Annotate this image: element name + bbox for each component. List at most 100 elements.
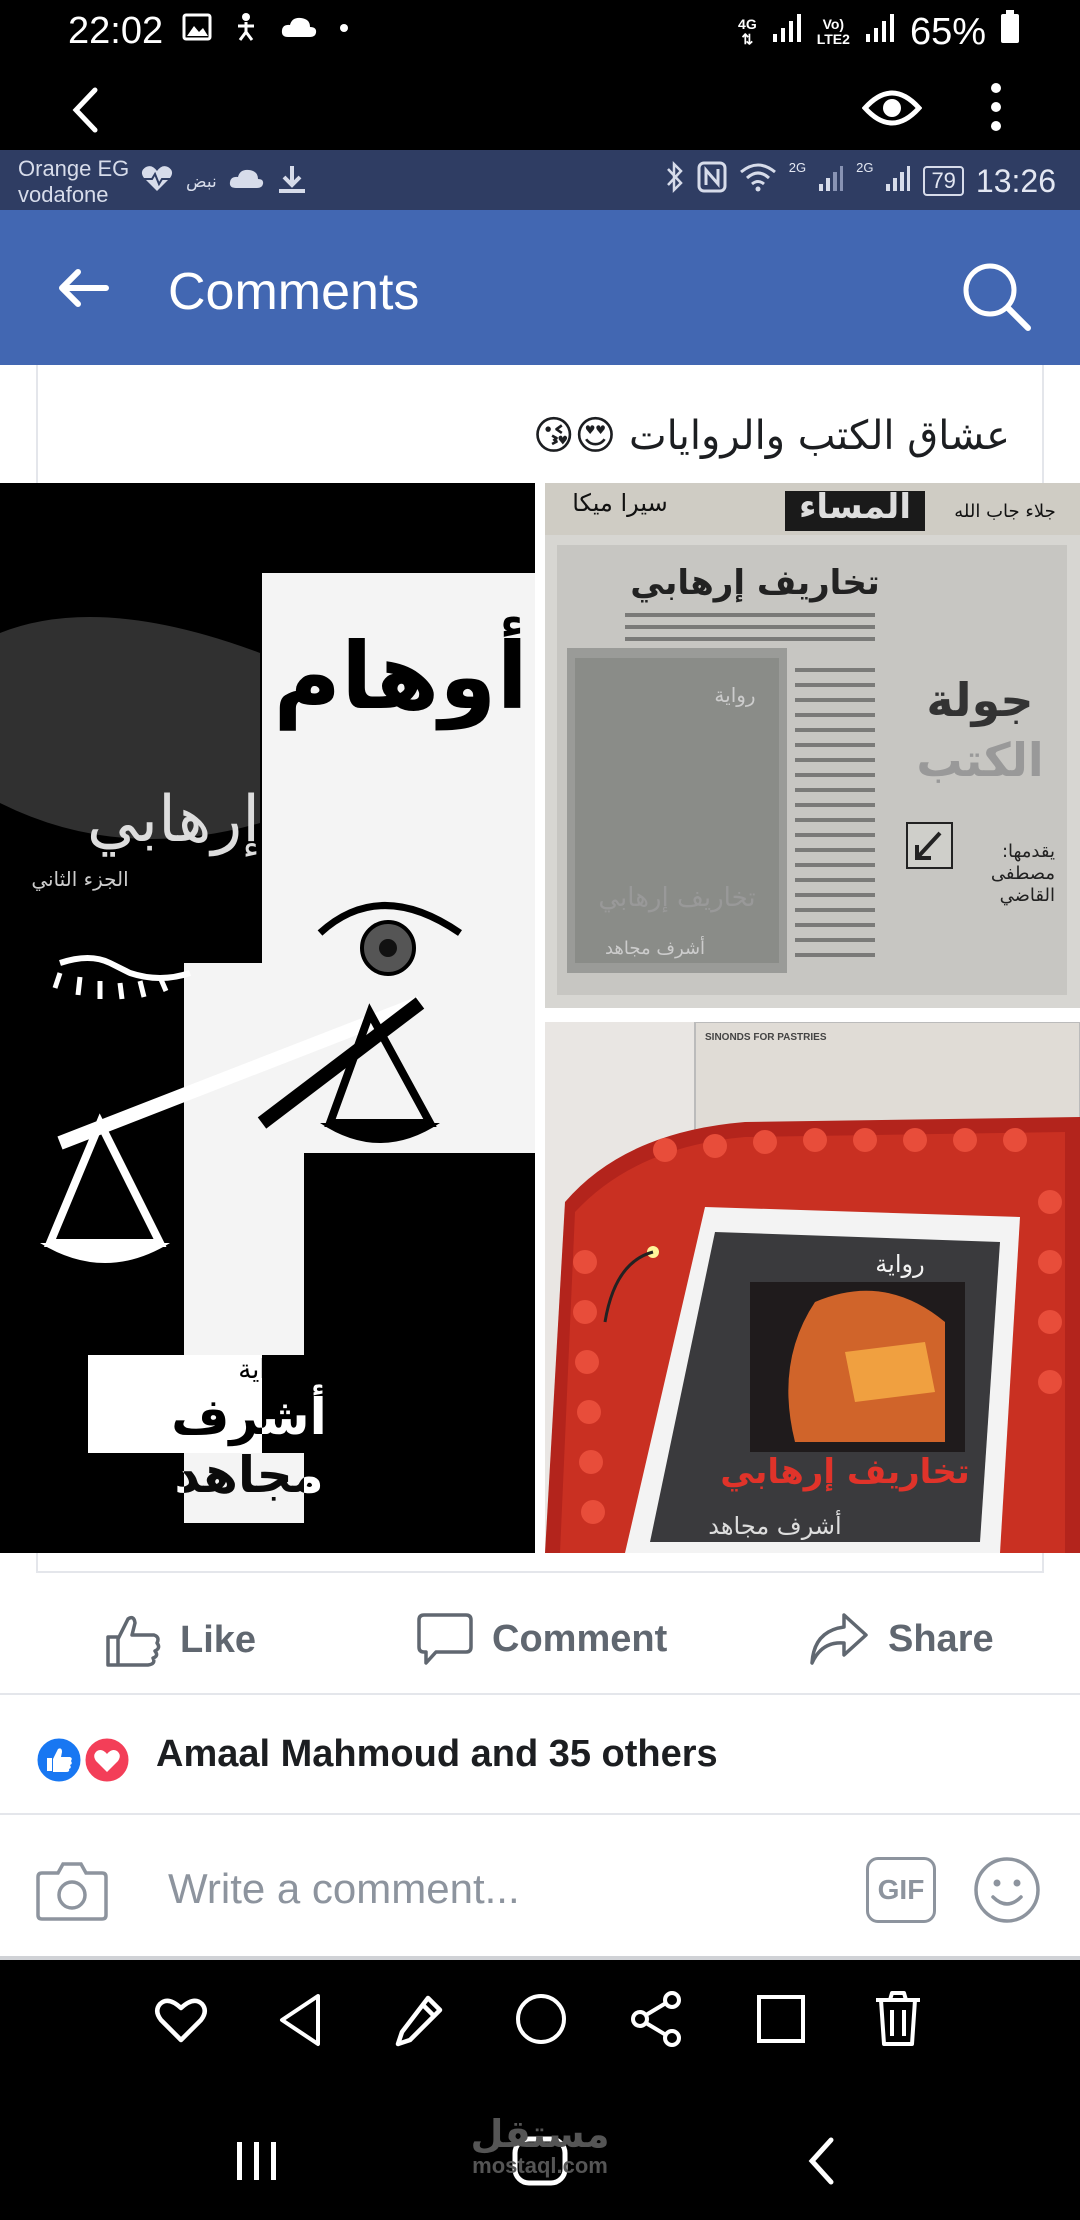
dot-icon xyxy=(338,21,350,39)
cover-title-irhabi: إرهابي xyxy=(86,783,260,857)
reactions-text: Amaal Mahmoud and 35 others xyxy=(156,1733,718,1775)
reactions-summary[interactable]: Amaal Mahmoud and 35 others xyxy=(0,1697,1080,1815)
cake-book-author: أشرف مجاهد xyxy=(708,1512,842,1540)
eye-icon[interactable] xyxy=(861,86,923,135)
inner-cover-author: أشرف مجاهد xyxy=(604,938,706,959)
card-border-left-bottom xyxy=(36,1553,38,1573)
pastry-box-text: SINONDS FOR PASTRIES xyxy=(705,1032,827,1043)
nfc-icon xyxy=(697,161,727,201)
share-nodes-icon[interactable] xyxy=(630,1990,684,2053)
updown-arrows-icon: ⇅ xyxy=(741,31,754,47)
watermark-latin: mostaql.com xyxy=(472,2153,608,2178)
camera-icon[interactable] xyxy=(36,1859,108,1926)
back-arrow-icon[interactable] xyxy=(56,268,110,313)
inner-cover-title: تخاريف إرهابي xyxy=(598,883,756,913)
comments-header: Comments xyxy=(0,210,1080,365)
masthead-3: جلاء جاب الله xyxy=(954,501,1056,522)
carrier-names: Orange EG vodafone xyxy=(18,156,129,208)
thumbs-up-icon xyxy=(106,1615,161,1667)
column-title-1: جولة xyxy=(926,673,1034,727)
more-vertical-icon[interactable] xyxy=(986,82,1006,137)
share-arrow-icon xyxy=(810,1613,868,1665)
wifi-icon xyxy=(739,162,777,200)
volte-bottom: LTE2 xyxy=(816,31,850,47)
newspaper-image[interactable]: سيرا ميكا المساء جلاء جاب الله تخاريف إر… xyxy=(545,483,1080,1008)
book-cover-image-left[interactable]: أوهام إرهابي الجزء الثاني رواية أشرف مجا… xyxy=(0,483,535,1553)
inner-signal-icon-2 xyxy=(885,163,911,200)
back-nav-icon[interactable] xyxy=(806,2136,836,2191)
gif-button[interactable]: GIF xyxy=(866,1857,936,1923)
inner-cloud-icon xyxy=(229,168,265,195)
post-actions: Like Comment Share xyxy=(0,1575,1080,1695)
play-back-triangle-icon[interactable] xyxy=(276,1992,324,2053)
recent-apps-icon[interactable] xyxy=(234,2140,280,2187)
like-button[interactable]: Like xyxy=(104,1611,256,1669)
pulse-label: نبض xyxy=(186,171,217,192)
viewer-back-chevron-icon[interactable] xyxy=(70,86,100,139)
network-4g-label: 4G ⇅ xyxy=(738,17,757,47)
inner-time: 13:26 xyxy=(975,162,1056,199)
love-reaction-icon xyxy=(82,1735,132,1790)
cover-author: أشرف مجاهد xyxy=(171,1388,327,1504)
page-title: Comments xyxy=(168,263,420,321)
signal-icon-1 xyxy=(771,11,803,54)
card-border-right xyxy=(1042,365,1044,483)
card-border-right-bottom xyxy=(1042,1553,1044,1573)
image-viewer-toolbar xyxy=(0,68,1080,150)
volte-top: Vo) xyxy=(822,16,845,32)
bluetooth-icon xyxy=(665,160,685,202)
carrier-vodafone: vodafone xyxy=(18,182,109,207)
column-title-2: الكتب xyxy=(916,733,1044,787)
edit-pencil-icon[interactable] xyxy=(394,1992,446,2053)
post-content: عشاق الكتب والروايات 😍😘 أوهام إرهابي الج… xyxy=(0,365,1080,1960)
inner-battery: 79 xyxy=(923,166,964,196)
volte-label: Vo) LTE2 xyxy=(817,17,850,47)
masthead-1: سيرا ميكا xyxy=(572,489,668,517)
comment-bubble-icon xyxy=(417,1613,473,1665)
watermark-arabic: مستقل xyxy=(470,2112,610,2156)
comment-button[interactable]: Comment xyxy=(416,1611,667,1667)
device-status-bar: 22:02 4G ⇅ Vo) LTE2 65% xyxy=(0,0,1080,68)
image-editor-toolbar xyxy=(0,1960,1080,2080)
download-icon xyxy=(277,164,307,199)
emoji-icon[interactable] xyxy=(972,1855,1042,1930)
delete-trash-icon[interactable] xyxy=(874,1990,922,2053)
sig2-label: 2G xyxy=(856,160,874,175)
comment-label: Comment xyxy=(492,1617,668,1660)
share-button[interactable]: Share xyxy=(808,1611,994,1667)
presenter-name-2: القاضي xyxy=(999,885,1055,906)
square-shape-icon[interactable] xyxy=(756,1994,806,2049)
heart-pulse-icon xyxy=(140,165,174,198)
watermark: مستقل mostaql.com xyxy=(430,2112,650,2179)
cover-novel-label: رواية xyxy=(238,1355,292,1385)
newspaper-headline: تخاريف إرهابي xyxy=(630,563,880,603)
comment-composer: Write a comment... GIF xyxy=(0,1817,1080,1960)
battery-percent: 65% xyxy=(909,10,986,53)
cake-image[interactable]: SINONDS FOR PASTRIES رواية تخاريف إرهابي… xyxy=(545,1022,1080,1553)
like-label: Like xyxy=(180,1618,257,1661)
presenter-name-1: مصطفى xyxy=(990,863,1055,884)
cover-part-label: الجزء الثاني xyxy=(31,867,129,891)
signal-icon-2 xyxy=(864,11,896,54)
presenter-label: يقدمها: xyxy=(1001,841,1055,862)
battery-icon xyxy=(1000,10,1020,54)
masthead-2: المساء xyxy=(799,487,911,527)
gallery-icon xyxy=(182,12,212,47)
sig1-label: 2G xyxy=(788,160,807,175)
circle-shape-icon[interactable] xyxy=(514,1992,568,2051)
cake-novel-label: رواية xyxy=(875,1250,925,1278)
post-caption: عشاق الكتب والروايات 😍😘 xyxy=(532,413,1010,459)
search-icon[interactable] xyxy=(960,260,1032,337)
cake-book-title: تخاريف إرهابي xyxy=(720,1452,970,1492)
inner-cover-novel: رواية xyxy=(714,683,756,707)
cloud-icon xyxy=(280,15,318,44)
cover-title-awham: أوهام xyxy=(273,623,528,730)
share-label: Share xyxy=(888,1617,994,1660)
inner-status-bar: Orange EG vodafone نبض 2G 2G 79 13:26 xyxy=(0,150,1080,210)
favorite-heart-icon[interactable] xyxy=(154,1996,208,2049)
carrier-orange: Orange EG xyxy=(18,156,130,181)
status-time: 22:02 xyxy=(68,10,164,52)
net-label-4g: 4G xyxy=(738,16,757,32)
comment-input[interactable]: Write a comment... xyxy=(168,1865,520,1913)
card-border-left xyxy=(36,365,38,483)
